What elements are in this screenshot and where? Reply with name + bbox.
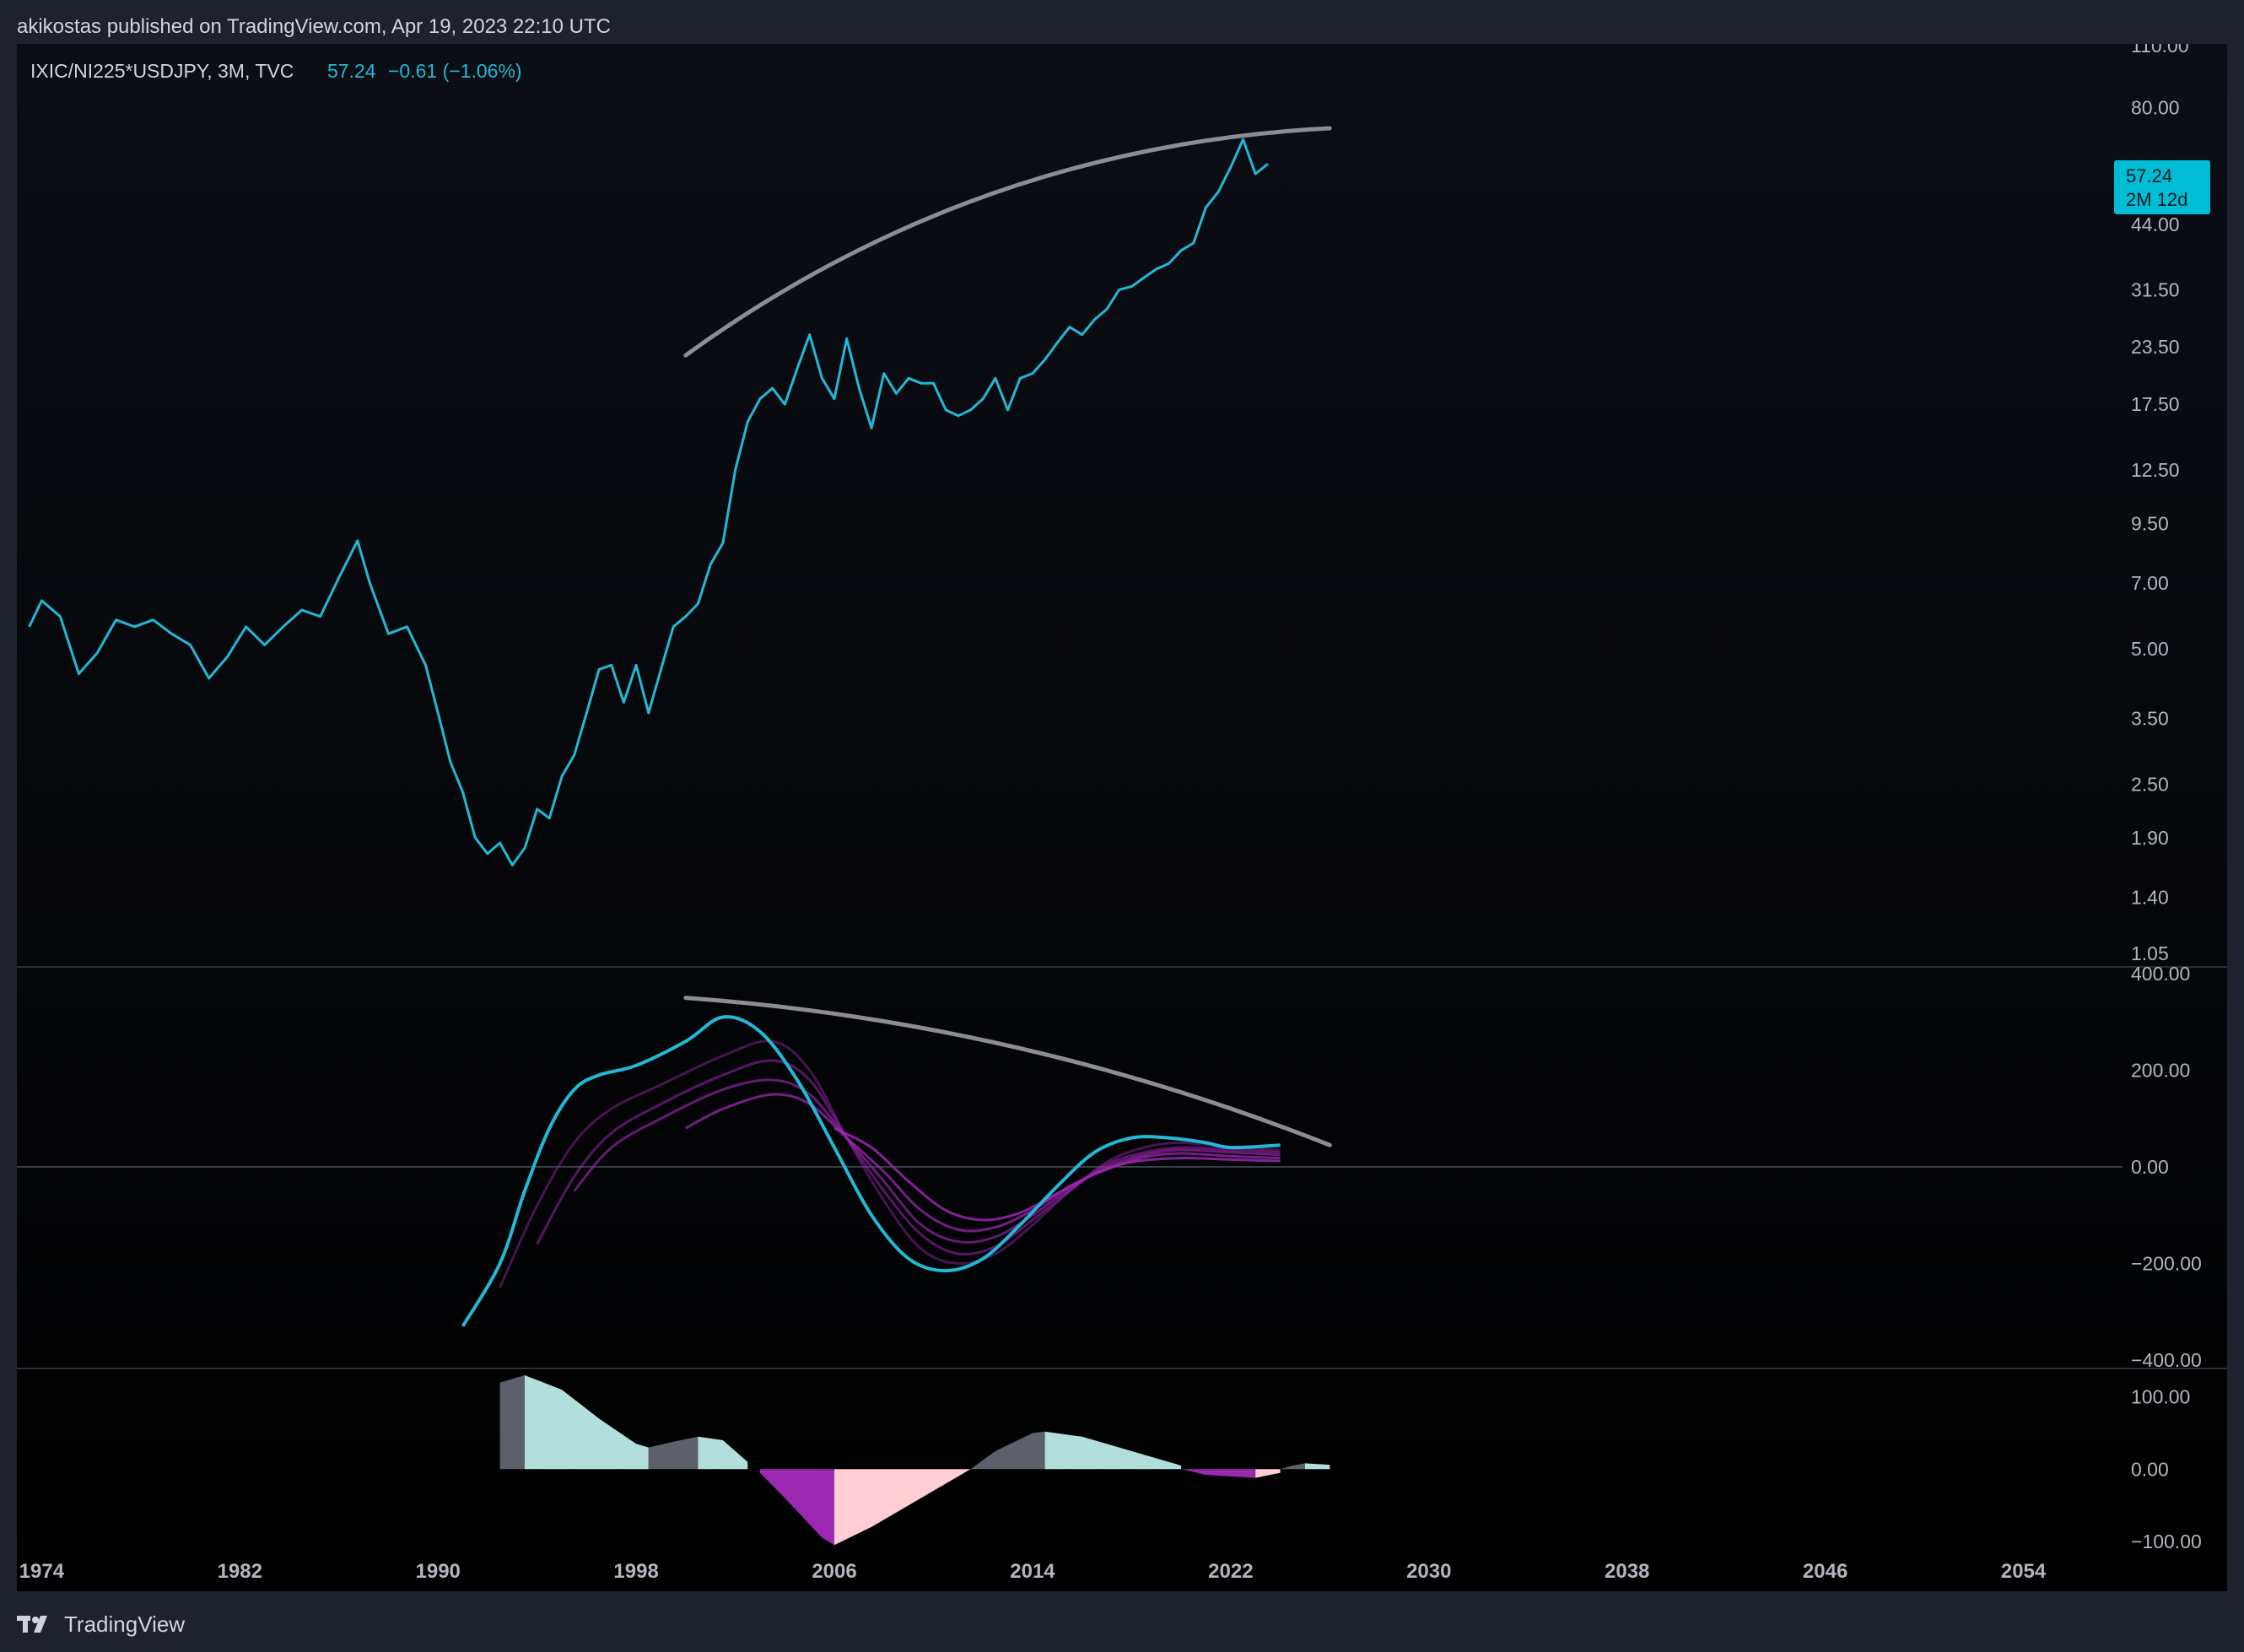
oscillator-axis-tick-label: 400.00 <box>2131 963 2190 985</box>
oscillator-axis-tick-label: −200.00 <box>2131 1253 2202 1275</box>
time-axis-tick-label: 2014 <box>1010 1560 1055 1583</box>
price-axis-tick-label: 1.40 <box>2131 886 2169 908</box>
chart-background <box>17 44 2227 1591</box>
price-axis-tick-label: 3.50 <box>2131 708 2169 730</box>
tradingview-logo-icon[interactable] <box>17 1614 54 1634</box>
price-axis-tick-label: 17.50 <box>2131 393 2180 415</box>
histogram-axis-tick-label: 0.00 <box>2131 1458 2169 1480</box>
histogram-axis-tick-label: −100.00 <box>2131 1531 2202 1552</box>
published-text: akikostas published on TradingView.com, … <box>17 15 611 38</box>
legend-symbol: IXIC/NI225*USDJPY, 3M, TVC <box>30 60 294 82</box>
chart-legend[interactable]: IXIC/NI225*USDJPY, 3M, TVC 57.24 −0.61 (… <box>30 60 522 82</box>
time-axis-tick-label: 2054 <box>2001 1560 2047 1583</box>
price-axis-tick-label: 7.00 <box>2131 572 2169 594</box>
histogram-axis-tick-label: 100.00 <box>2131 1386 2190 1408</box>
oscillator-axis-tick-label: 0.00 <box>2131 1156 2169 1178</box>
histogram-segment <box>499 1375 525 1470</box>
published-header: akikostas published on TradingView.com, … <box>17 12 611 42</box>
time-axis-tick-label: 2030 <box>1406 1560 1451 1583</box>
price-axis-tick-label: 23.50 <box>2131 336 2180 358</box>
time-axis-tick-label: 1974 <box>19 1560 65 1583</box>
price-axis-tick-label: 44.00 <box>2131 213 2180 235</box>
price-axis-tick-label: 31.50 <box>2131 278 2180 300</box>
price-axis-tick-label: 5.00 <box>2131 638 2169 660</box>
legend-last: 57.24 <box>327 60 376 82</box>
price-badge-value: 57.24 <box>2126 165 2172 186</box>
time-axis-tick-label: 1982 <box>218 1560 262 1583</box>
footer-brand[interactable]: TradingView <box>64 1612 185 1638</box>
price-axis-tick-label: 9.50 <box>2131 513 2169 535</box>
price-axis-tick-label: 80.00 <box>2131 97 2180 119</box>
footer: TradingView <box>17 1603 185 1645</box>
time-axis-tick-label: 2038 <box>1605 1560 1649 1583</box>
oscillator-axis-tick-label: 200.00 <box>2131 1060 2190 1082</box>
time-axis-tick-label: 2022 <box>1208 1560 1253 1583</box>
time-axis-tick-label: 1990 <box>416 1560 461 1583</box>
price-axis-tick-label: 110.00 <box>2131 44 2189 57</box>
price-badge-countdown: 2M 12d <box>2126 189 2187 210</box>
chart-frame[interactable]: 110.00 80.00 44.00 31.50 23.50 17.50 12.50 9.50… <box>17 44 2227 1591</box>
price-axis-tick-label: 12.50 <box>2131 459 2180 481</box>
time-axis-tick-label: 1998 <box>613 1560 658 1583</box>
price-axis-tick-label: 1.90 <box>2131 827 2169 849</box>
price-axis-tick-label: 1.05 <box>2131 942 2169 964</box>
price-axis-tick-label: 2.50 <box>2131 773 2169 795</box>
time-axis-tick-label: 2006 <box>812 1560 856 1583</box>
time-axis-tick-label: 2046 <box>1803 1560 1848 1583</box>
legend-change: −0.61 (−1.06%) <box>388 60 522 82</box>
price-badge: 57.24 2M 12d <box>2114 160 2210 214</box>
